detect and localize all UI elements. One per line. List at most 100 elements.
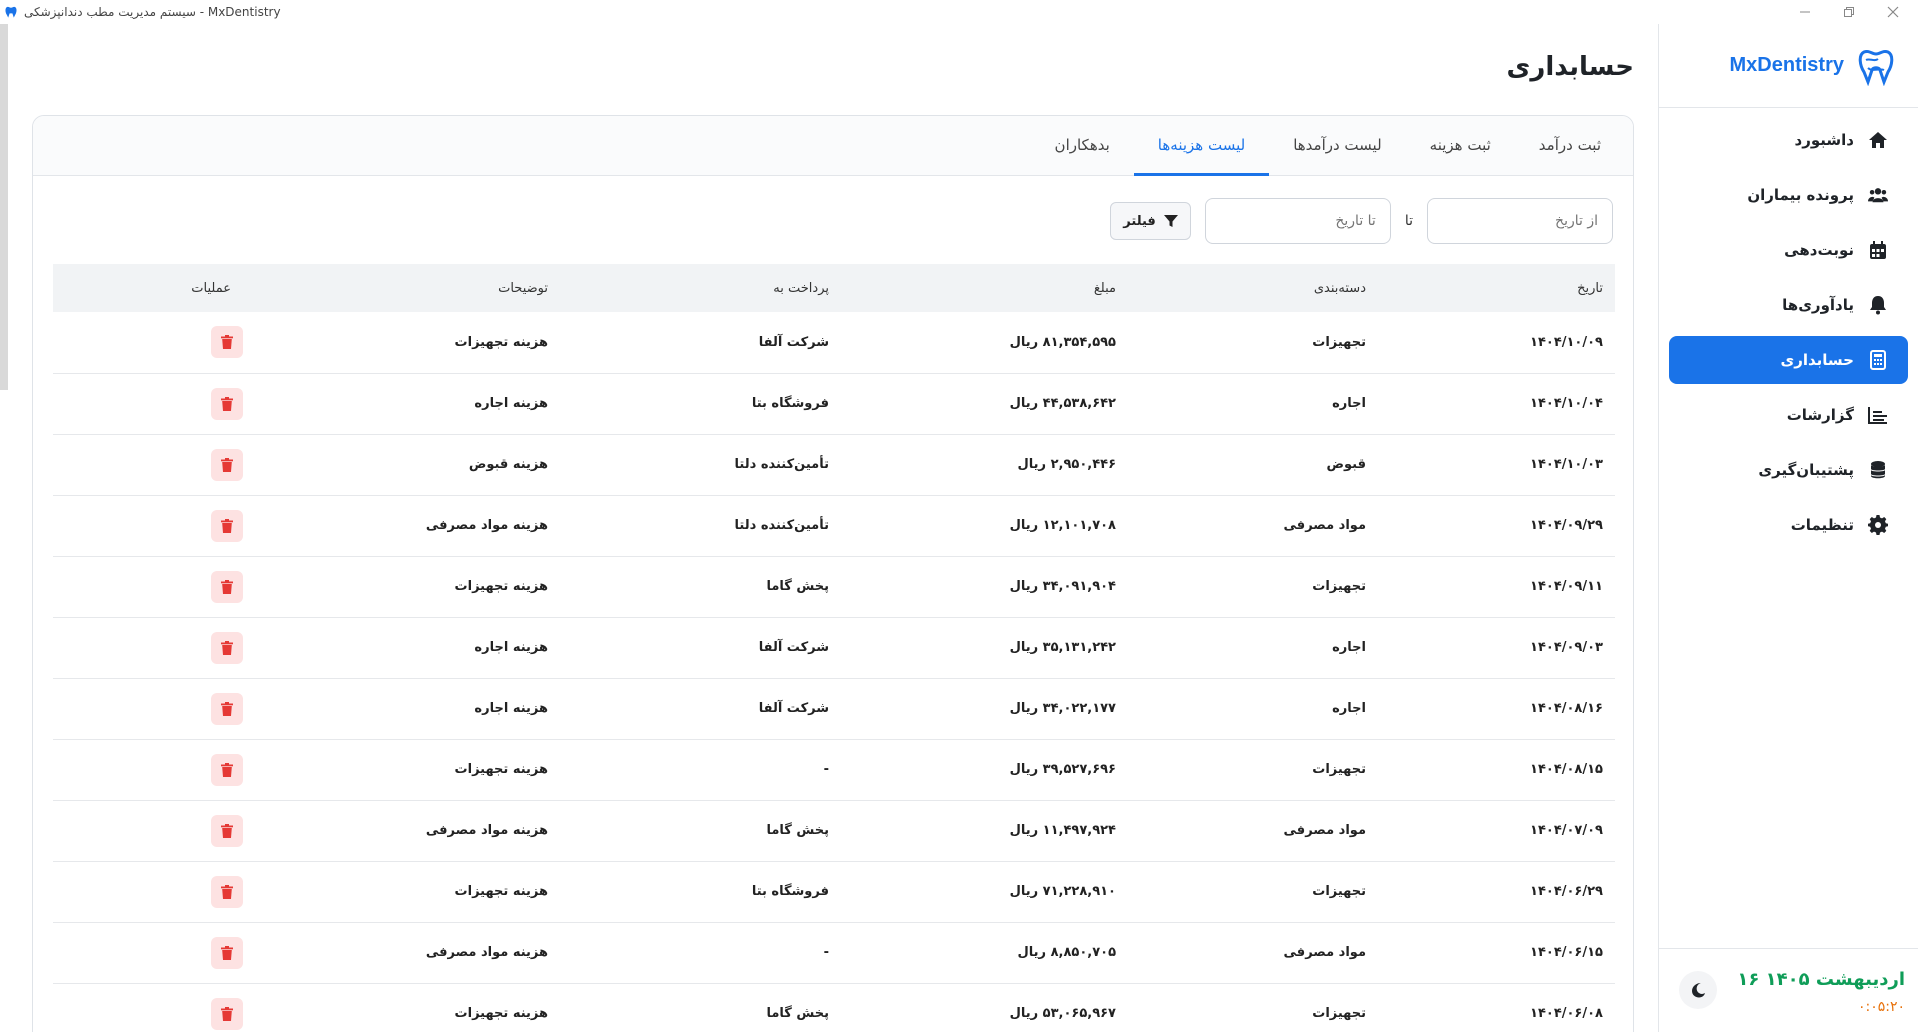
cell-payee: شرکت آلفا — [560, 678, 841, 740]
users-icon — [1868, 185, 1888, 205]
restore-button[interactable] — [1826, 0, 1872, 24]
sidebar-item-label: پشتیبان‌گیری — [1758, 461, 1854, 479]
cell-date: ۱۴۰۴/۱۰/۰۹ — [1378, 312, 1615, 374]
sidebar-item-settings[interactable]: تنظیمات — [1669, 501, 1908, 549]
header-payee: پرداخت به — [773, 280, 829, 296]
tab-expense-list[interactable]: لیست هزینه‌ها — [1133, 116, 1270, 176]
date-filter-bar: تا فیلتر — [1110, 198, 1613, 244]
cell-amount: ۴۴,۵۳۸,۶۴۲ ریال — [841, 373, 1128, 435]
cell-date: ۱۴۰۴/۰۹/۰۳ — [1378, 617, 1615, 679]
sidebar-nav: داشبورد پرونده بیماران نوبت‌دهی یادآوری‌… — [1659, 108, 1918, 564]
cell-operations — [53, 434, 243, 496]
filter-button[interactable]: فیلتر — [1110, 202, 1191, 240]
trash-icon — [221, 396, 233, 411]
table-row: ۱۴۰۴/۰۸/۱۶ اجاره ۳۴,۰۲۲,۱۷۷ ریال شرکت آلفا ه… — [53, 678, 1615, 740]
cell-operations — [53, 495, 243, 557]
delete-button[interactable] — [211, 753, 243, 786]
cell-description: هزینه تجهیزات — [243, 983, 560, 1032]
cell-operations — [53, 678, 243, 740]
header-amount: مبلغ — [1093, 280, 1116, 296]
table-header-row: تاریخ دسته‌بندی مبلغ پرداخت به توضیحات ع… — [53, 264, 1615, 312]
cell-amount: ۳۵,۱۳۱,۲۴۲ ریال — [841, 617, 1128, 679]
tab-income-list[interactable]: لیست درآمدها — [1269, 116, 1405, 176]
accounting-card: ثبت درآمد ثبت هزینه لیست درآمدها لیست هز… — [32, 115, 1634, 1032]
cell-payee: شرکت آلفا — [560, 312, 841, 374]
tab-register-expense[interactable]: ثبت هزینه — [1406, 116, 1515, 176]
cell-category: اجاره — [1128, 373, 1378, 435]
cell-description: هزینه تجهیزات — [243, 861, 560, 923]
cell-category: تجهیزات — [1128, 739, 1378, 801]
to-date-input[interactable] — [1204, 198, 1391, 244]
cell-category: قبوض — [1128, 434, 1378, 496]
calculator-icon — [1868, 350, 1888, 370]
cell-amount: ۱۲,۱۰۱,۷۰۸ ریال — [841, 495, 1128, 557]
cell-description: هزینه مواد مصرفی — [243, 800, 560, 862]
delete-button[interactable] — [211, 387, 243, 420]
delete-button[interactable] — [211, 875, 243, 908]
sidebar-item-backup[interactable]: پشتیبان‌گیری — [1669, 446, 1908, 494]
trash-icon — [221, 457, 233, 472]
cell-date: ۱۴۰۴/۰۸/۱۵ — [1378, 739, 1615, 801]
tab-register-income[interactable]: ثبت درآمد — [1515, 116, 1625, 176]
delete-button[interactable] — [211, 509, 243, 542]
minimize-button[interactable] — [1782, 0, 1828, 24]
cell-payee: - — [560, 739, 841, 801]
tab-debtors[interactable]: بدهکاران — [1031, 116, 1134, 176]
trash-icon — [221, 945, 233, 960]
from-date-input[interactable] — [1427, 198, 1613, 244]
close-icon — [1887, 6, 1899, 18]
trash-icon — [221, 701, 233, 716]
trash-icon — [221, 762, 233, 777]
cell-category: اجاره — [1128, 678, 1378, 740]
trash-icon — [221, 640, 233, 655]
delete-button[interactable] — [211, 936, 243, 969]
cell-category: تجهیزات — [1128, 983, 1378, 1032]
cell-category: مواد مصرفی — [1128, 922, 1378, 984]
table-row: ۱۴۰۴/۰۹/۲۹ مواد مصرفی ۱۲,۱۰۱,۷۰۸ ریال تأمین… — [53, 495, 1615, 557]
scrollbar-thumb[interactable] — [0, 24, 8, 390]
sidebar-item-patients[interactable]: پرونده بیماران — [1669, 171, 1908, 219]
cell-operations — [53, 800, 243, 862]
cell-amount: ۳۴,۰۹۱,۹۰۴ ریال — [841, 556, 1128, 618]
sidebar-item-dashboard[interactable]: داشبورد — [1669, 116, 1908, 164]
sidebar-item-label: یادآوری‌ها — [1782, 296, 1854, 314]
sidebar-item-label: نوبت‌دهی — [1784, 241, 1854, 259]
calendar-icon — [1868, 240, 1888, 260]
sidebar-item-accounting[interactable]: حسابداری — [1669, 336, 1908, 384]
cell-payee: فروشگاه بتا — [560, 373, 841, 435]
header-description: توضیحات — [498, 280, 548, 296]
cell-date: ۱۴۰۴/۰۶/۲۹ — [1378, 861, 1615, 923]
sidebar-footer: ۱۶ اردیبهشت ۱۴۰۵ ۰:۰۵:۲۰ — [1659, 948, 1918, 1032]
cell-date: ۱۴۰۴/۱۰/۰۳ — [1378, 434, 1615, 496]
close-button[interactable] — [1870, 0, 1916, 24]
sidebar-item-label: پرونده بیماران — [1747, 186, 1854, 204]
tooth-app-icon — [5, 6, 17, 18]
delete-button[interactable] — [211, 692, 243, 725]
brand: MxDentistry — [1659, 24, 1918, 108]
table-row: ۱۴۰۴/۰۹/۱۱ تجهیزات ۳۴,۰۹۱,۹۰۴ ریال پخش گاما… — [53, 556, 1615, 618]
cell-amount: ۱۱,۴۹۷,۹۲۴ ریال — [841, 800, 1128, 862]
delete-button[interactable] — [211, 814, 243, 847]
delete-button[interactable] — [211, 997, 243, 1030]
funnel-icon — [1163, 215, 1178, 227]
sidebar-item-reports[interactable]: گزارشات — [1669, 391, 1908, 439]
window-title: سیستم مدیریت مطب دندانپزشکی - MxDentistr… — [24, 5, 281, 19]
table-body: ۱۴۰۴/۱۰/۰۹ تجهیزات ۸۱,۳۵۴,۵۹۵ ریال شرکت آلف… — [53, 312, 1615, 1032]
current-time: ۰:۰۵:۲۰ — [1857, 999, 1905, 1015]
header-category: دسته‌بندی — [1313, 280, 1366, 296]
delete-button[interactable] — [211, 448, 243, 481]
delete-button[interactable] — [211, 326, 243, 359]
delete-button[interactable] — [211, 631, 243, 664]
cell-operations — [53, 861, 243, 923]
delete-button[interactable] — [211, 570, 243, 603]
trash-icon — [221, 579, 233, 594]
theme-toggle-button[interactable] — [1679, 971, 1717, 1009]
cell-amount: ۸۱,۳۵۴,۵۹۵ ریال — [841, 312, 1128, 374]
cell-operations — [53, 922, 243, 984]
sidebar-item-appointments[interactable]: نوبت‌دهی — [1669, 226, 1908, 274]
chart-icon — [1868, 405, 1888, 425]
cell-date: ۱۴۰۴/۰۷/۰۹ — [1378, 800, 1615, 862]
sidebar-item-reminders[interactable]: یادآوری‌ها — [1669, 281, 1908, 329]
cell-date: ۱۴۰۴/۰۹/۱۱ — [1378, 556, 1615, 618]
cell-description: هزینه اجاره — [243, 617, 560, 679]
